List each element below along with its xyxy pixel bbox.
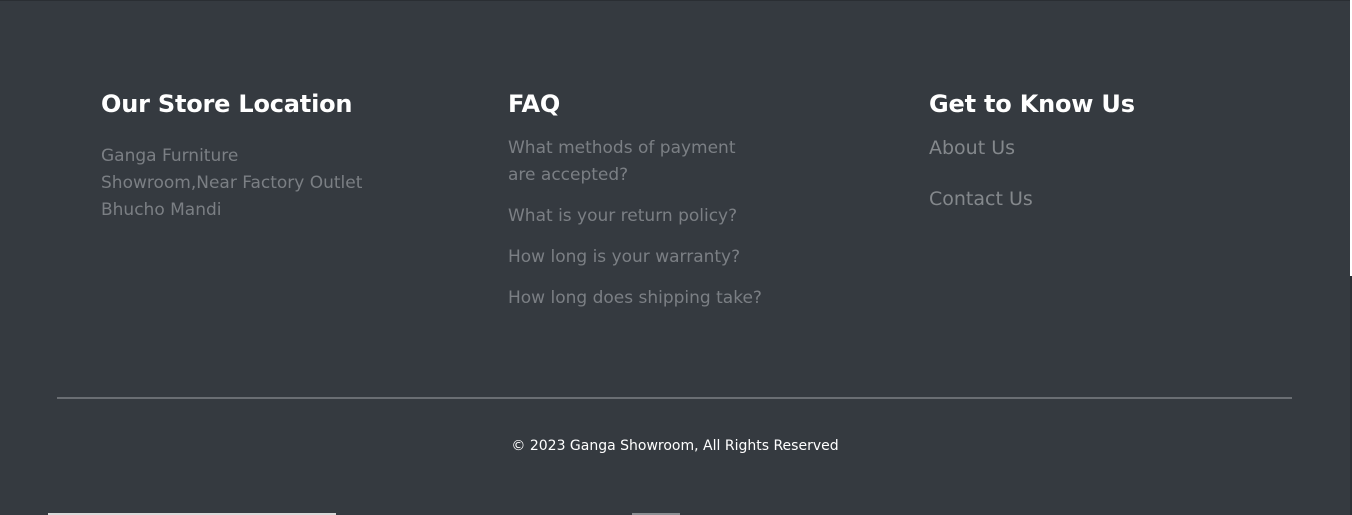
faq-item-shipping[interactable]: How long does shipping take? — [508, 285, 768, 312]
store-location-section: Our Store Location Ganga Furniture Showr… — [101, 87, 401, 224]
get-to-know-us-section: Get to Know Us About Us Contact Us — [929, 87, 1229, 213]
get-to-know-us-heading: Get to Know Us — [929, 90, 1135, 118]
faq-list: What methods of payment are accepted? Wh… — [508, 135, 808, 312]
copyright-text: © 2023 Ganga Showroom, All Rights Reserv… — [511, 438, 839, 454]
footer-divider — [57, 397, 1292, 399]
faq-section: FAQ What methods of payment are accepted… — [508, 87, 808, 312]
faq-item-warranty[interactable]: How long is your warranty? — [508, 244, 768, 271]
contact-us-link[interactable]: Contact Us — [929, 186, 1229, 213]
about-us-link[interactable]: About Us — [929, 135, 1229, 162]
store-location-heading: Our Store Location — [101, 90, 353, 118]
get-to-know-us-links: About Us Contact Us — [929, 135, 1229, 213]
site-footer: Our Store Location Ganga Furniture Showr… — [0, 0, 1350, 515]
faq-item-return-policy[interactable]: What is your return policy? — [508, 203, 768, 230]
store-address: Ganga Furniture Showroom,Near Factory Ou… — [101, 146, 363, 220]
faq-item-payment-methods[interactable]: What methods of payment are accepted? — [508, 135, 768, 189]
faq-heading: FAQ — [508, 90, 561, 118]
